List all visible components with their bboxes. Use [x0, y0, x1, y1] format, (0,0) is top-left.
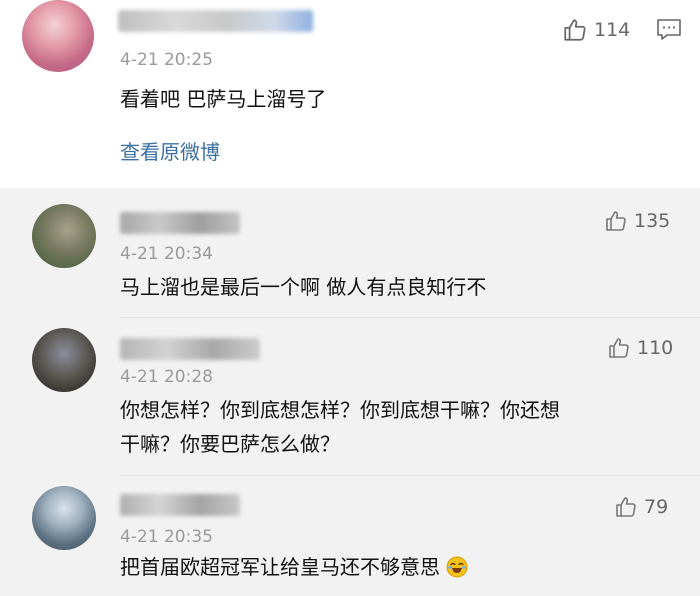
reply-text: 把首届欧超冠军让给皇马还不够意思	[120, 550, 468, 588]
reply-list: 4-21 20:34 135 马上溜也是最后一个啊 做人有点良知行不 4-21 …	[0, 188, 700, 596]
reply-text-line: 你想怎样？你到底想怎样？你到底想干嘛？你还想	[120, 398, 560, 422]
like-count: 110	[637, 337, 674, 359]
comment-text: 看着吧 巴萨马上溜号了	[120, 87, 327, 111]
laughing-crying-emoji	[446, 554, 468, 588]
like-count: 79	[644, 496, 669, 518]
divider	[120, 475, 700, 476]
like-button[interactable]: 79	[614, 492, 668, 522]
username-blurred[interactable]	[118, 10, 313, 32]
reply-text-line: 干嘛？你要巴萨怎么做？	[120, 432, 340, 456]
reply-text: 马上溜也是最后一个啊 做人有点良知行不	[120, 275, 487, 299]
thumbs-up-icon	[606, 211, 626, 231]
thumbs-up-icon	[564, 19, 586, 41]
reply-time: 4-21 20:28	[120, 367, 213, 387]
like-button[interactable]: 135	[604, 206, 670, 236]
reply-button[interactable]	[656, 18, 682, 46]
view-original-link[interactable]: 查看原微博	[120, 138, 220, 166]
username-blurred[interactable]	[120, 494, 240, 516]
username-blurred[interactable]	[120, 338, 260, 360]
comment-time: 4-21 20:25	[120, 50, 213, 70]
like-count: 135	[634, 210, 671, 232]
reply-text-line: 把首届欧超冠军让给皇马还不够意思	[120, 555, 440, 579]
avatar[interactable]	[32, 486, 96, 550]
username-blurred[interactable]	[120, 212, 240, 234]
comment-icon	[657, 19, 681, 40]
reply-time: 4-21 20:34	[120, 244, 213, 264]
divider	[120, 317, 700, 318]
like-button[interactable]: 114	[562, 15, 630, 45]
like-count: 114	[594, 19, 631, 41]
main-comment: 4-21 20:25 114 看着吧 巴萨马上溜号了 查看原微博	[0, 0, 700, 188]
thumbs-up-icon	[609, 338, 629, 358]
avatar[interactable]	[32, 204, 96, 268]
thumbs-up-icon	[616, 497, 636, 517]
reply-time: 4-21 20:35	[120, 527, 213, 547]
avatar[interactable]	[22, 0, 94, 72]
like-button[interactable]: 110	[607, 333, 673, 363]
avatar[interactable]	[32, 328, 96, 392]
